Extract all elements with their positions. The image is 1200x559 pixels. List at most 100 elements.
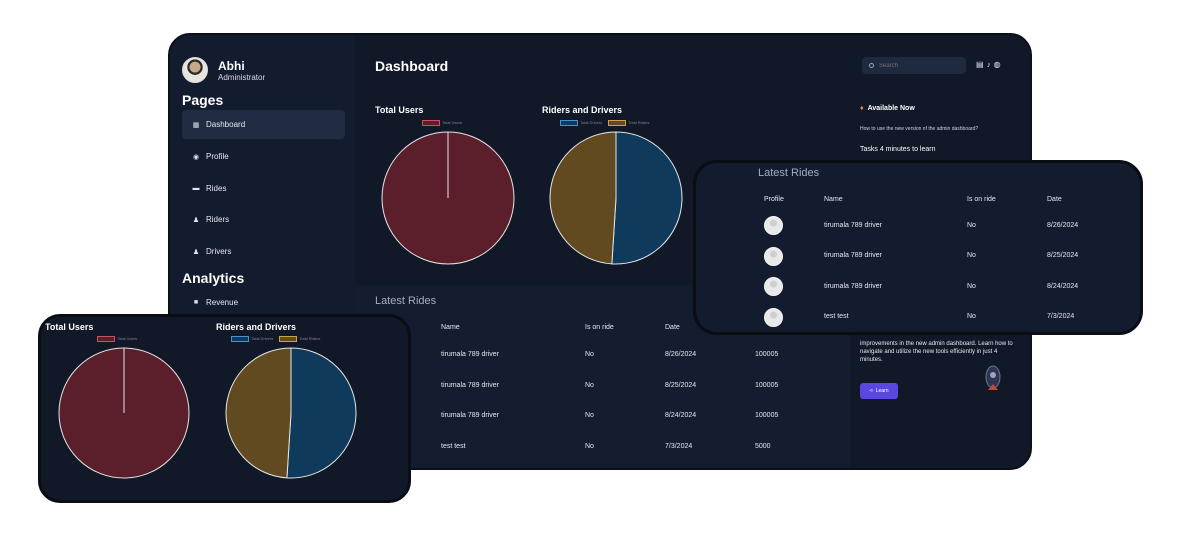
screenshot-stage: Abhi Administrator Pages ▦ Dashboard ◉ P… [0,0,1200,559]
riders-drivers-title: Riders and Drivers [216,322,297,332]
column-header-name[interactable]: Name [824,196,843,203]
legend-label: Total Riders [299,336,321,342]
globe-icon[interactable]: ◍ [994,60,1001,69]
pie-slice-total-riders[interactable] [549,131,617,265]
riders-drivers-pie [549,131,683,265]
legend-label: Total Riders [628,120,650,126]
ride-date: 8/26/2024 [665,351,697,358]
ride-date: 8/24/2024 [1047,283,1079,290]
pie-slice-total-drivers[interactable] [286,347,357,479]
column-header-profile[interactable]: Profile [764,196,784,203]
sidebar-item-drivers[interactable]: ♟ Drivers [182,237,345,266]
ride-date: 7/3/2024 [665,443,693,450]
ride-date: 8/26/2024 [1047,222,1079,229]
profile-name: Abhi [218,58,245,73]
sidebar-item-rides[interactable]: ▬ Rides [182,174,345,203]
pie-slice-total-drivers[interactable] [611,131,683,265]
column-header-on-ride[interactable]: Is on ride [585,324,614,331]
legend-item[interactable]: Total Users [422,120,462,126]
ride-amount: 100005 [755,382,779,389]
ride-amount: 5000 [755,443,771,450]
ride-date: 7/3/2024 [1047,313,1075,320]
ride-name: test test [441,443,466,450]
grid-icon: ▦ [192,121,200,129]
chat-icon[interactable]: ▤ [976,60,984,69]
search-icon [869,63,874,68]
ride-on-ride: No [967,283,976,290]
latest-rides-title: Latest Rides [375,295,437,307]
charts-popup: Total Users Total Users Riders and Drive… [38,314,411,503]
legend-item[interactable]: Total Drivers [560,120,602,126]
legend-item[interactable]: Total Users [97,336,137,342]
learn-button[interactable]: ➪ Learn [860,383,898,399]
legend-item[interactable]: Total Drivers [231,336,273,342]
ride-on-ride: No [585,382,594,389]
sidebar-item-label: Profile [206,152,229,161]
ride-amount: 100005 [755,351,779,358]
car-icon: ▬ [192,185,200,192]
legend-item[interactable]: Total Riders [608,120,649,126]
column-header-on-ride[interactable]: Is on ride [967,196,996,203]
rocket-icon [985,365,1001,390]
total-users-legend: Total Users [97,336,137,342]
profile-block[interactable]: Abhi Administrator [182,57,265,83]
bell-icon[interactable]: ♪ [987,60,991,69]
avatar[interactable] [182,57,208,83]
search-box[interactable] [862,57,966,74]
pages-heading: Pages [182,92,224,108]
user-circle-icon: ◉ [192,153,200,161]
sidebar-item-dashboard[interactable]: ▦ Dashboard [182,110,345,139]
analytics-heading: Analytics [182,270,245,286]
person-icon: ♟ [192,216,200,224]
legend-label: Total Drivers [580,120,603,126]
sidebar-item-label: Revenue [206,298,239,307]
riders-drivers-legend: Total Drivers Total Riders [560,120,649,126]
ride-on-ride: No [967,252,976,259]
legend-label: Total Users [442,120,463,126]
avatar [764,277,783,296]
ride-on-ride: No [585,443,594,450]
available-question: How to use the new version of the admin … [860,126,979,132]
search-input[interactable] [879,62,959,69]
total-users-pie [381,131,515,265]
sidebar-item-revenue[interactable]: ■ Revenue [182,288,345,317]
sidebar-item-label: Dashboard [206,120,246,129]
person-icon: ♟ [192,248,200,256]
available-description: improvements in the new admin dashboard.… [860,341,1013,363]
column-header-date[interactable]: Date [1047,196,1062,203]
ride-name: tirumala 789 driver [824,252,882,259]
latest-rides-popup-title: Latest Rides [758,167,820,179]
ride-name: tirumala 789 driver [824,283,882,290]
ride-name: tirumala 789 driver [441,351,499,358]
arrow-icon: ➪ [869,388,874,394]
ride-date: 8/25/2024 [1047,252,1079,259]
avatar [764,216,783,235]
available-heading: ♦ Available Now [860,105,915,112]
column-header-date[interactable]: Date [665,324,680,331]
riders-drivers-pie [225,347,357,479]
ride-name: tirumala 789 driver [824,222,882,229]
sidebar-item-label: Riders [206,215,230,224]
latest-rides-popup: Latest Rides Profile Name Is on ride Dat… [693,160,1143,335]
ride-date: 8/25/2024 [665,382,697,389]
profile-role: Administrator [218,72,266,82]
available-heading-text: Available Now [867,105,915,112]
total-users-legend: Total Users [422,120,462,126]
column-header-name[interactable]: Name [441,324,460,331]
ride-on-ride: No [585,412,594,419]
pie-slice-total-riders[interactable] [225,347,292,479]
legend-label: Total Users [117,336,138,342]
riders-drivers-legend: Total Drivers Total Riders [231,336,320,342]
total-users-title: Total Users [45,322,94,332]
sidebar-item-riders[interactable]: ♟ Riders [182,205,345,234]
ride-amount: 100005 [755,412,779,419]
ride-on-ride: No [967,222,976,229]
total-users-pie [58,347,190,479]
fire-icon: ♦ [860,105,864,112]
total-users-title: Total Users [375,105,424,115]
header-icons: ▤ ♪ ◍ [976,60,1001,69]
legend-item[interactable]: Total Riders [279,336,320,342]
riders-drivers-title: Riders and Drivers [542,105,623,115]
sidebar-item-profile[interactable]: ◉ Profile [182,142,345,171]
ride-name: tirumala 789 driver [441,412,499,419]
